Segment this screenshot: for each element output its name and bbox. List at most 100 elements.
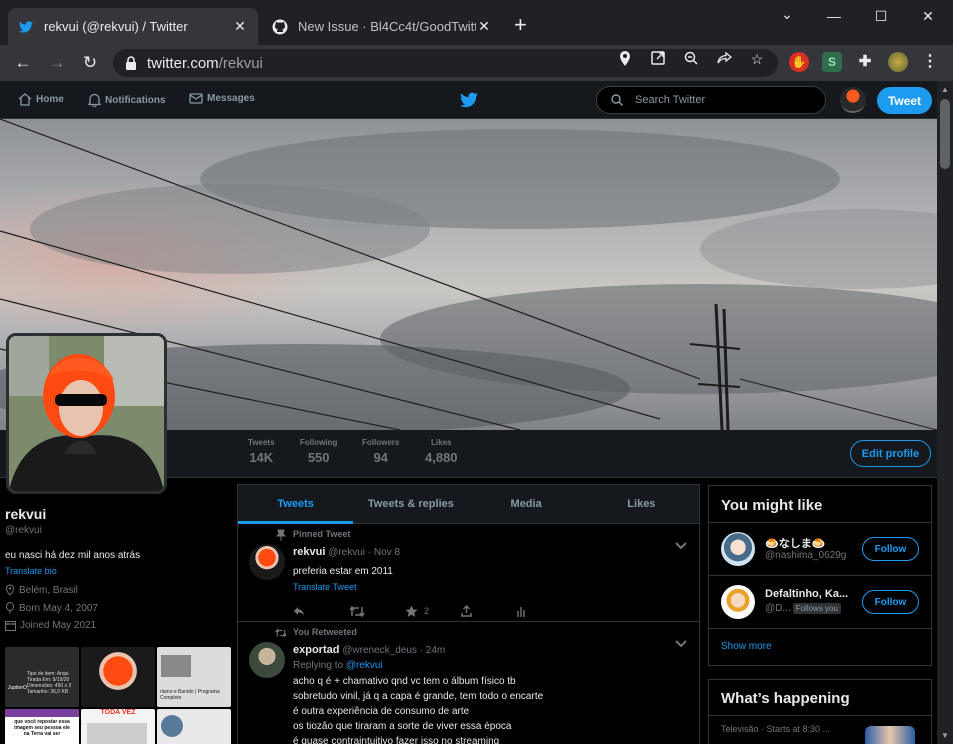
tweet-author-name[interactable]: rekvui: [293, 546, 325, 558]
stat-value: 4,880: [425, 450, 458, 465]
trend-thumbnail[interactable]: [865, 726, 915, 744]
analytics-button[interactable]: [517, 606, 573, 617]
tweet-avatar[interactable]: [249, 544, 285, 580]
chevron-down-icon[interactable]: [675, 542, 687, 550]
nav-home[interactable]: Home: [18, 93, 64, 106]
nav-notifications-label: Notifications: [105, 94, 166, 106]
scroll-up-arrow-icon[interactable]: ▲: [941, 85, 949, 94]
browser-tab-github[interactable]: New Issue · Bl4Cc4t/GoodTwitter ✕: [262, 8, 502, 45]
maximize-button[interactable]: ☐: [858, 8, 904, 25]
bell-icon: [88, 93, 101, 107]
tweet-time[interactable]: 24m: [426, 645, 445, 656]
tab-close-icon[interactable]: ✕: [232, 18, 248, 35]
nav-messages-label: Messages: [207, 93, 255, 104]
tweet-text: preferia estar em 2011: [293, 566, 393, 577]
browser-tab-twitter[interactable]: rekvui (@rekvui) / Twitter ✕: [8, 8, 258, 45]
browser-menu-icon[interactable]: ⋮: [920, 52, 940, 72]
stat-following[interactable]: Following 550: [300, 438, 337, 465]
media-thumb[interactable]: Tipo de item: Arqui Tirada Em: 9/19/20 D…: [5, 647, 79, 707]
minimize-button[interactable]: —: [811, 8, 857, 24]
tweet-time[interactable]: Nov 8: [374, 547, 400, 558]
show-more-link[interactable]: Show more: [709, 629, 931, 665]
search-input[interactable]: [635, 94, 805, 106]
profile-avatar-icon[interactable]: [888, 52, 908, 72]
location-pin-icon[interactable]: [617, 51, 633, 67]
whats-happening-title: What’s happening: [709, 680, 931, 716]
back-arrow-icon[interactable]: ←: [11, 53, 35, 73]
media-thumb[interactable]: que você repostar essa imagem seu pessoa…: [5, 709, 79, 744]
media-thumb[interactable]: TODA VEZ: [81, 709, 155, 744]
media-thumb[interactable]: [157, 709, 231, 744]
stat-label: Followers: [362, 438, 400, 447]
zoom-out-icon[interactable]: [683, 51, 699, 67]
thumb-text: JupiterO: [8, 685, 27, 691]
new-tab-button[interactable]: +: [514, 14, 527, 36]
compose-tweet-button[interactable]: Tweet: [877, 87, 932, 114]
reload-icon[interactable]: ↻: [78, 53, 102, 73]
extensions-puzzle-icon[interactable]: ✚: [855, 52, 875, 72]
analytics-icon: [517, 606, 525, 617]
tweet-author-handle: @wreneck_deus: [342, 645, 417, 656]
adblock-extension-icon[interactable]: ✋: [789, 52, 809, 72]
profile-avatar[interactable]: [6, 333, 167, 494]
suggested-user-avatar[interactable]: [721, 585, 755, 619]
stat-likes[interactable]: Likes 4,880: [425, 438, 458, 465]
nav-home-label: Home: [36, 94, 64, 105]
account-avatar[interactable]: [840, 87, 866, 113]
home-icon: [18, 93, 32, 106]
close-window-button[interactable]: ✕: [905, 8, 951, 25]
tab-likes[interactable]: Likes: [584, 485, 699, 523]
scrollbar-thumb[interactable]: [940, 99, 950, 169]
tweet-author-name[interactable]: exportad: [293, 644, 339, 656]
tweet-item[interactable]: You Retweeted exportad @wreneck_deus · 2…: [238, 622, 699, 744]
translate-tweet-link[interactable]: Translate Tweet: [293, 582, 689, 592]
like-button[interactable]: 2: [405, 605, 461, 618]
nav-notifications[interactable]: Notifications: [88, 93, 166, 107]
stat-value: 94: [373, 450, 388, 465]
address-bar[interactable]: twitter.com/rekvui: [113, 49, 778, 77]
twitter-logo-icon[interactable]: [460, 92, 478, 108]
open-in-app-icon[interactable]: [650, 51, 666, 67]
reply-button[interactable]: [293, 606, 349, 616]
replying-to-handle[interactable]: @rekvui: [346, 660, 383, 671]
suggested-user-name[interactable]: 🍮なしま🍮: [765, 535, 857, 551]
tab-tweets[interactable]: Tweets: [238, 485, 354, 524]
media-thumb[interactable]: rlamo e Banido | Programa Completo: [157, 647, 231, 707]
edit-profile-button[interactable]: Edit profile: [850, 440, 931, 467]
replying-prefix: Replying to: [293, 660, 344, 671]
page-scrollbar[interactable]: ▲ ▼: [937, 81, 953, 744]
tab-close-icon[interactable]: ✕: [476, 18, 492, 35]
forward-arrow-icon[interactable]: →: [45, 53, 69, 73]
context-text: Pinned Tweet: [293, 529, 351, 539]
tab-media[interactable]: Media: [469, 485, 584, 523]
media-thumb[interactable]: [81, 647, 155, 707]
suggested-user-name[interactable]: Defaltinho, Ka...: [765, 588, 857, 600]
lock-icon: [125, 56, 137, 70]
tweet-context: Pinned Tweet: [275, 529, 689, 543]
thumb-text: que você repostar essa imagem seu pessoa…: [14, 719, 70, 737]
chevron-down-icon[interactable]: [675, 640, 687, 648]
suggested-user[interactable]: Defaltinho, Ka... @D... Follows you Follo…: [709, 576, 931, 629]
suggested-user-avatar[interactable]: [721, 532, 755, 566]
follow-button[interactable]: Follow: [862, 537, 919, 561]
tab-tweets-replies[interactable]: Tweets & replies: [353, 485, 468, 523]
translate-bio-link[interactable]: Translate bio: [5, 566, 230, 576]
nav-messages[interactable]: Messages: [189, 93, 255, 104]
suggested-user-handle: @nashima_0629g: [765, 550, 847, 561]
tab-search-chevron-icon[interactable]: ⌄: [764, 6, 810, 23]
thumb-text: Tamanho: 36,0 KB: [27, 689, 69, 695]
stat-tweets[interactable]: Tweets 14K: [248, 438, 275, 465]
share-icon[interactable]: [716, 51, 732, 67]
stat-followers[interactable]: Followers 94: [362, 438, 399, 465]
s-extension-icon[interactable]: S: [822, 52, 842, 72]
scroll-down-arrow-icon[interactable]: ▼: [941, 731, 949, 740]
share-button[interactable]: [461, 605, 517, 617]
tweet-avatar[interactable]: [249, 642, 285, 678]
url-text: twitter.com/rekvui: [147, 54, 263, 72]
retweet-button[interactable]: [349, 605, 405, 617]
bookmark-star-icon[interactable]: ☆: [749, 51, 765, 67]
suggested-user[interactable]: 🍮なしま🍮 @nashima_0629g Follow: [709, 523, 931, 576]
tweet-item[interactable]: Pinned Tweet rekvui @rekvui · Nov 8 pref…: [238, 524, 699, 622]
search-box[interactable]: [596, 86, 826, 114]
follow-button[interactable]: Follow: [862, 590, 919, 614]
